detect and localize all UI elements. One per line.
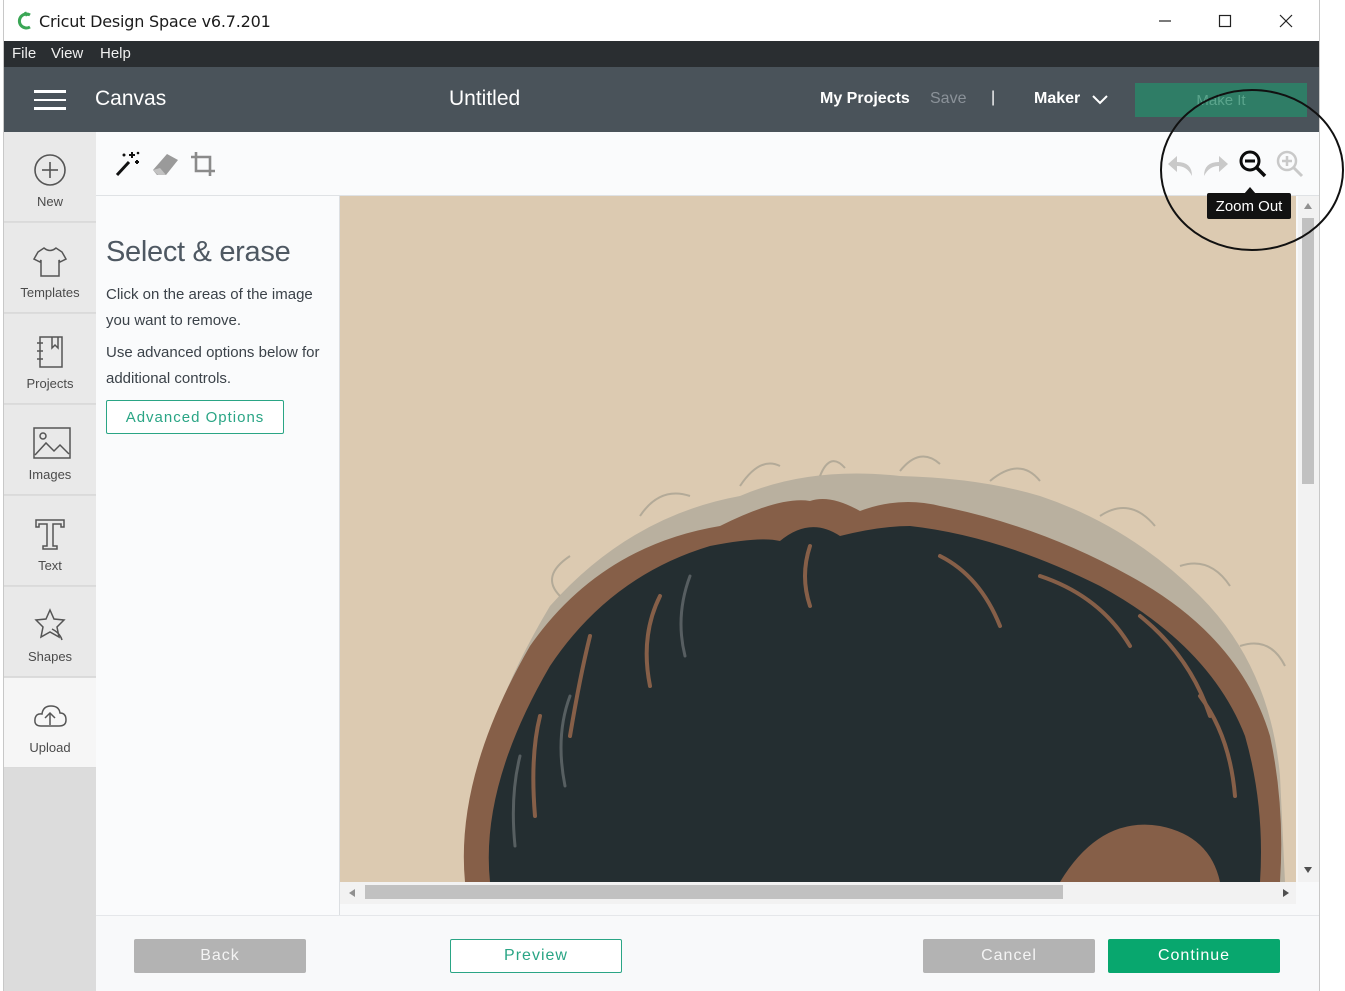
sidebar-item-label: Text: [38, 558, 62, 573]
shapes-icon: [34, 608, 66, 641]
sidebar-item-templates[interactable]: Templates: [4, 223, 96, 313]
maximize-icon: [1218, 14, 1232, 27]
sidebar-item-text[interactable]: Text: [4, 496, 96, 586]
chevron-down-icon[interactable]: [1091, 93, 1109, 105]
sidebar-item-new[interactable]: New: [4, 132, 96, 222]
plus-circle-icon: [34, 154, 66, 186]
sidebar-item-shapes[interactable]: Shapes: [4, 587, 96, 677]
machine-selector[interactable]: Maker: [1034, 90, 1080, 108]
continue-button[interactable]: Continue: [1108, 939, 1280, 973]
edit-toolbar: [96, 132, 1319, 196]
save-link[interactable]: Save: [930, 90, 966, 108]
close-button[interactable]: [1257, 0, 1315, 41]
window-title: Cricut Design Space v6.7.201: [39, 12, 271, 31]
app-root: Cricut Design Space v6.7.201 File View H…: [0, 0, 1345, 991]
sidebar-item-label: Upload: [29, 740, 71, 755]
hamburger-menu-icon[interactable]: [34, 90, 66, 110]
sidebar-item-images[interactable]: Images: [4, 405, 96, 495]
minimize-icon: [1159, 19, 1171, 22]
hair-image[interactable]: [340, 196, 1296, 882]
sidebar-item-projects[interactable]: Projects: [4, 314, 96, 404]
menu-help[interactable]: Help: [100, 45, 131, 62]
cancel-button[interactable]: Cancel: [923, 939, 1095, 973]
select-erase-panel: Select & erase Click on the areas of the…: [96, 196, 340, 915]
menu-view[interactable]: View: [51, 45, 83, 62]
section-title: Canvas: [95, 87, 167, 110]
panel-advanced-hint: Use advanced options below for additiona…: [106, 344, 320, 387]
advanced-options-button[interactable]: Advanced Options: [106, 400, 284, 434]
eraser-icon[interactable]: [150, 150, 180, 178]
menu-file[interactable]: File: [12, 45, 36, 62]
sidebar-item-label: Shapes: [27, 649, 73, 664]
shirt-icon: [32, 247, 68, 277]
sidebar-item-upload[interactable]: Upload: [4, 678, 96, 768]
horizontal-scrollbar[interactable]: [340, 882, 1296, 904]
back-button[interactable]: Back: [134, 939, 306, 973]
uploaded-image[interactable]: [340, 196, 1296, 882]
sidebar-item-label: Templates: [20, 285, 80, 300]
maximize-button[interactable]: [1196, 0, 1254, 41]
sidebar-item-label: Images: [28, 467, 72, 482]
horizontal-scroll-thumb[interactable]: [365, 885, 1063, 899]
panel-title: Select & erase: [106, 236, 291, 268]
annotation-circle: [1160, 89, 1344, 251]
vertical-scroll-thumb[interactable]: [1302, 218, 1314, 484]
preview-button[interactable]: Preview: [450, 939, 622, 973]
cricut-logo-icon: [17, 11, 31, 30]
menu-bar: File View Help: [4, 41, 1319, 67]
title-bar: Cricut Design Space v6.7.201: [4, 0, 1319, 41]
my-projects-link[interactable]: My Projects: [820, 90, 910, 108]
header-separator: |: [991, 89, 996, 106]
sidebar: New Templates Projects Images Text Shape…: [4, 132, 96, 991]
scroll-right-icon[interactable]: [1282, 888, 1290, 898]
vertical-scrollbar[interactable]: [1298, 196, 1319, 882]
app-window: Cricut Design Space v6.7.201 File View H…: [3, 0, 1320, 991]
notebook-icon: [37, 336, 63, 368]
scroll-left-icon[interactable]: [348, 888, 356, 898]
footer-actions: Back Preview Cancel Continue: [96, 915, 1319, 991]
text-icon: [35, 519, 65, 550]
scroll-down-icon[interactable]: [1303, 866, 1313, 874]
app-header: Canvas Untitled My Projects Save | Maker…: [4, 67, 1319, 132]
magic-wand-icon[interactable]: [113, 150, 141, 178]
image-icon: [33, 427, 71, 459]
panel-instructions: Click on the areas of the image you want…: [106, 286, 313, 329]
sidebar-item-label: Projects: [26, 376, 74, 391]
image-canvas[interactable]: [340, 196, 1319, 915]
minimize-button[interactable]: [1136, 0, 1194, 41]
crop-icon[interactable]: [189, 150, 217, 178]
sidebar-item-label: New: [36, 194, 63, 209]
close-icon: [1279, 14, 1293, 27]
document-title: Untitled: [449, 87, 521, 110]
cloud-upload-icon: [34, 705, 67, 727]
